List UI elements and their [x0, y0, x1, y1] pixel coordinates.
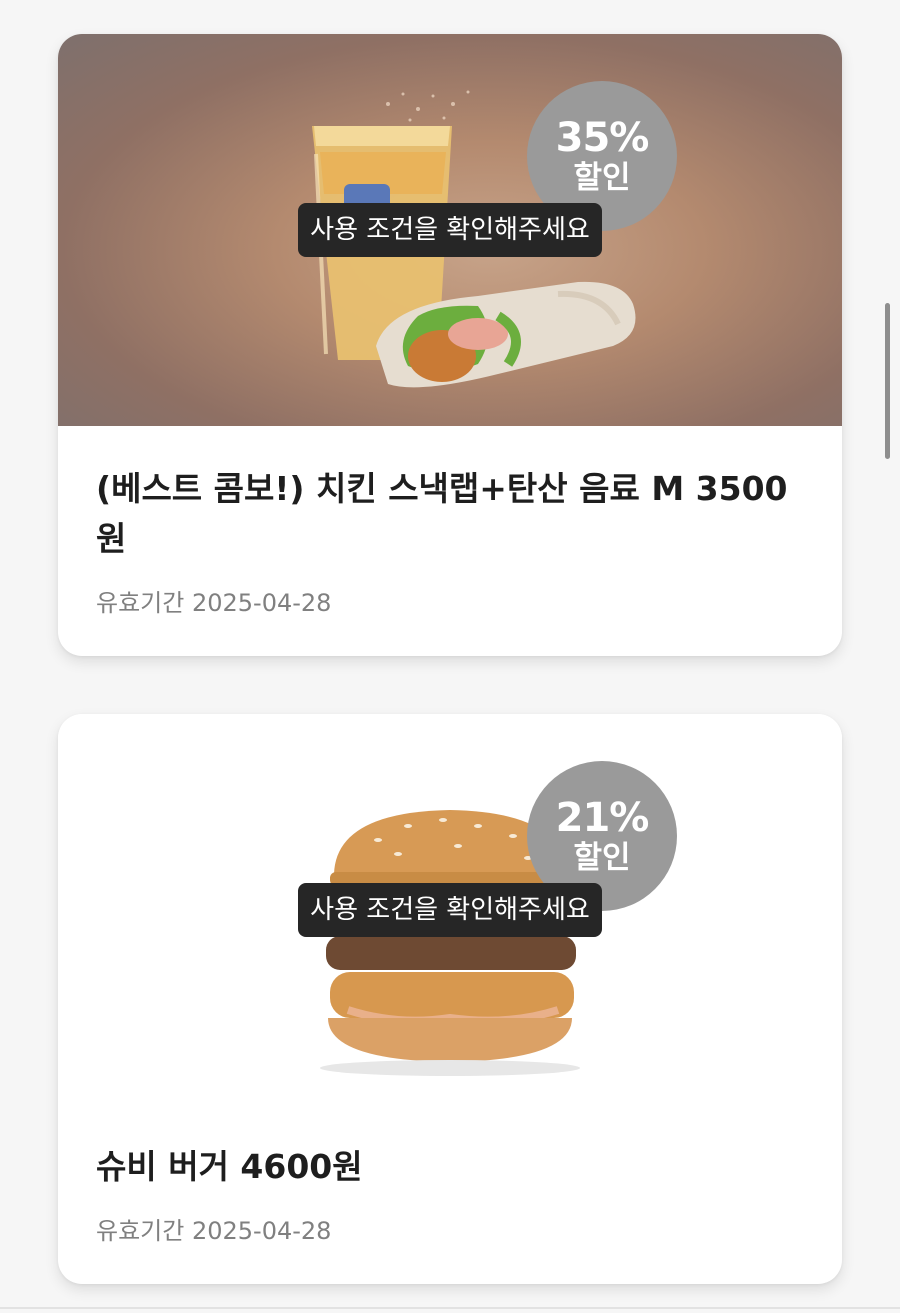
usage-notice-tooltip: 사용 조건을 확인해주세요	[298, 883, 602, 937]
validity-label: 유효기간	[96, 1217, 185, 1245]
coupon-card[interactable]: 35% 할인 사용 조건을 확인해주세요 (베스트 콤보!) 치킨 스낵랩+탄산…	[58, 34, 842, 656]
coupon-title: 슈비 버거 4600원	[96, 1147, 363, 1186]
discount-percent: 21%	[555, 795, 650, 841]
coupon-title: (베스트 콤보!) 치킨 스낵랩+탄산 음료 M 3500원	[96, 469, 788, 558]
discount-label: 할인	[573, 160, 631, 196]
validity-date: 2025-04-28	[191, 1217, 332, 1245]
usage-notice-tooltip: 사용 조건을 확인해주세요	[298, 203, 602, 257]
coupon-card[interactable]: 21% 할인 사용 조건을 확인해주세요 슈비 버거 4600원 유효기간 20…	[58, 714, 842, 1284]
scrollbar[interactable]	[885, 303, 890, 459]
validity-date: 2025-04-28	[191, 589, 332, 617]
validity: 유효기간 2025-04-28	[96, 1216, 331, 1246]
divider	[0, 1307, 900, 1309]
discount-label: 할인	[573, 840, 631, 876]
discount-percent: 35%	[555, 115, 650, 161]
validity: 유효기간 2025-04-28	[96, 588, 331, 618]
validity-label: 유효기간	[96, 589, 185, 617]
